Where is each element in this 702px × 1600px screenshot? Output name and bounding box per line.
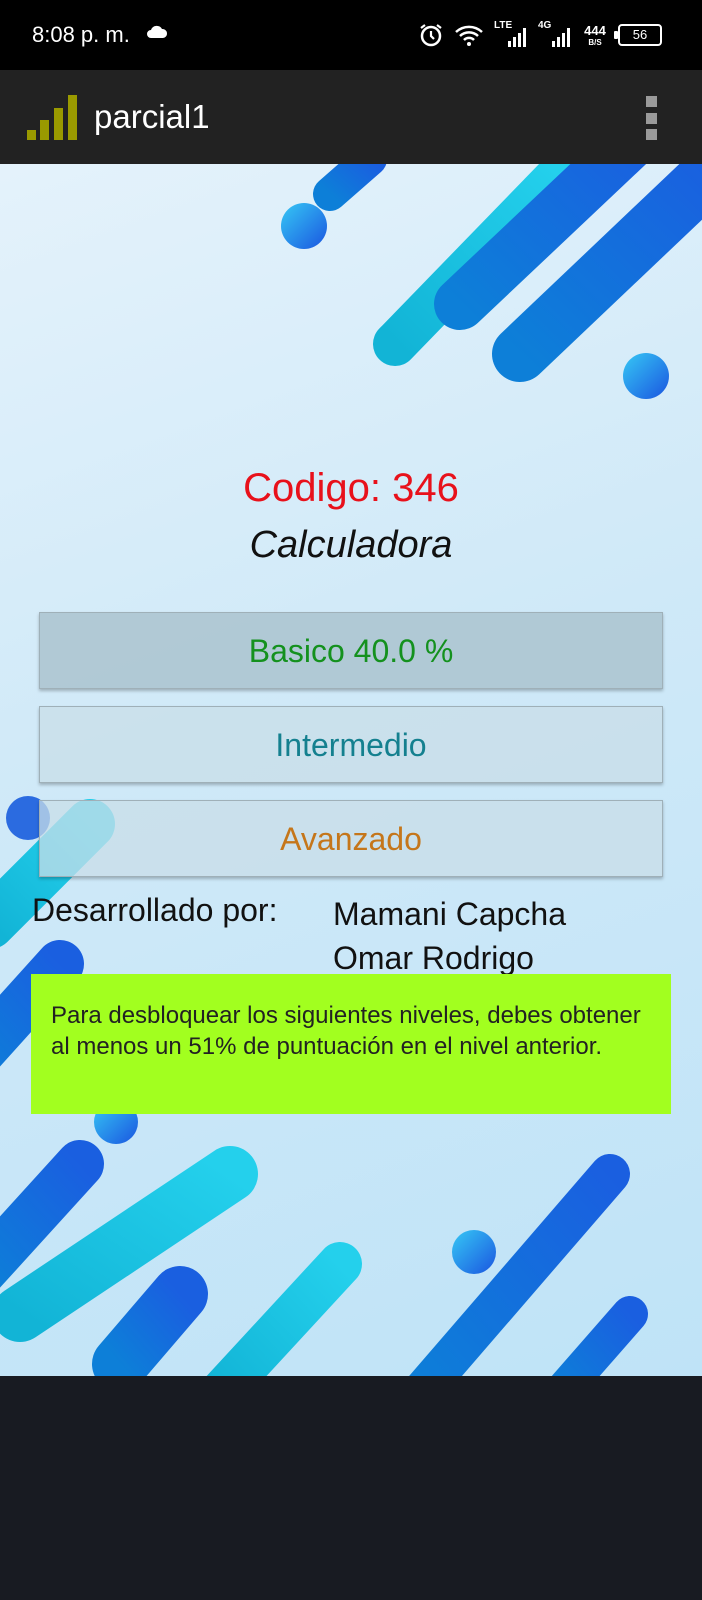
status-icons: LTE 4G 444 B/S 56 xyxy=(418,18,662,52)
speed-value: 444 xyxy=(584,22,606,38)
bottom-empty-area xyxy=(0,1376,702,1600)
developer-name: Mamani Capcha Omar Rodrigo xyxy=(333,892,566,980)
codigo-label: Codigo: 346 xyxy=(243,466,459,510)
avanzado-button[interactable]: Avanzado xyxy=(39,800,663,877)
alarm-icon xyxy=(420,24,442,47)
developer-name-line1: Mamani Capcha xyxy=(333,896,566,932)
signal-bars-logo-icon xyxy=(27,95,77,140)
developer-label: Desarrollado por: xyxy=(32,892,278,928)
speed-unit: B/S xyxy=(588,37,602,47)
overflow-menu-icon[interactable] xyxy=(644,96,658,140)
battery-icon: 56 xyxy=(614,24,662,46)
main-content: Codigo: 346 Calculadora Basico 40.0 % In… xyxy=(0,164,702,1376)
4g-signal-icon: 4G xyxy=(538,21,572,49)
cloud-icon xyxy=(147,25,168,38)
battery-level: 56 xyxy=(632,27,648,42)
network-speed-icon: 444 B/S xyxy=(582,22,608,47)
unlock-note: Para desbloquear los siguientes niveles,… xyxy=(31,974,671,1114)
app-title: parcial1 xyxy=(94,98,210,135)
lte-signal-icon: LTE xyxy=(494,21,528,49)
status-bar: 8:08 p. m. LTE 4G 444 B/S 56 xyxy=(0,0,702,70)
calculadora-title: Calculadora xyxy=(249,524,453,566)
status-time: 8:08 p. m. xyxy=(32,22,130,47)
app-bar: parcial1 xyxy=(0,70,702,164)
wifi-icon xyxy=(455,25,483,46)
intermedio-button[interactable]: Intermedio xyxy=(39,706,663,783)
basico-button[interactable]: Basico 40.0 % xyxy=(39,612,663,689)
